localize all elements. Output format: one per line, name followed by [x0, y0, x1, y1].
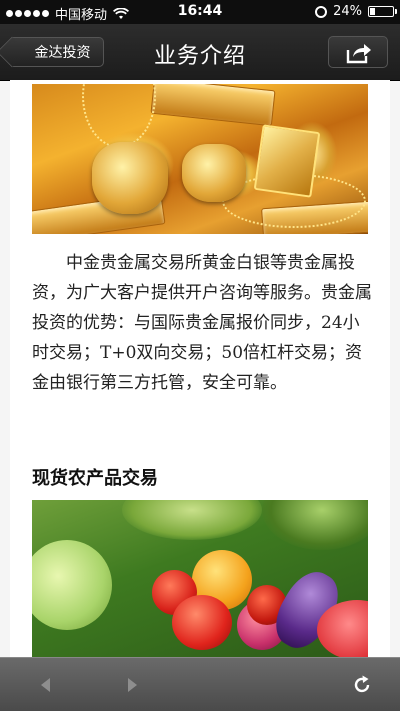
section-title: 现货农产品交易	[32, 468, 158, 489]
share-icon	[346, 44, 371, 64]
back-button-label: 金达投资	[34, 45, 91, 61]
gold-bar	[150, 84, 276, 127]
forward-nav-button[interactable]	[102, 658, 162, 711]
navigation-bar: 金达投资 业务介绍	[0, 24, 400, 81]
gold-pendant	[92, 142, 168, 214]
browser-toolbar	[0, 657, 400, 711]
forward-arrow-icon	[128, 677, 137, 692]
battery-level	[370, 8, 375, 15]
gold-chain	[82, 84, 156, 148]
status-bar: 中国移动 16:44 24%	[0, 0, 400, 24]
leafy-greens	[262, 500, 368, 550]
tomato	[172, 595, 232, 650]
battery-icon	[368, 6, 397, 17]
business-description: 中金贵金属交易所黄金白银等贵金属投资，为广大客户提供开户咨询等服务。贵金属投资的…	[32, 253, 372, 393]
orientation-lock-icon	[315, 5, 328, 18]
cabbage	[32, 540, 112, 630]
back-nav-button[interactable]	[16, 658, 76, 711]
content-area[interactable]: 中金贵金属交易所黄金白银等贵金属投资，为广大客户提供开户咨询等服务。贵金属投资的…	[10, 80, 390, 657]
back-arrow-icon	[41, 677, 50, 692]
vegetables-image	[32, 500, 368, 657]
status-right: 24%	[315, 4, 397, 19]
gold-jewelry-image	[32, 84, 368, 234]
refresh-button[interactable]	[332, 658, 392, 711]
leafy-greens	[122, 500, 262, 540]
refresh-icon	[354, 675, 370, 692]
share-button[interactable]	[328, 36, 388, 68]
battery-percentage: 24%	[333, 4, 362, 19]
gold-plaque	[253, 124, 321, 198]
gold-pendant	[182, 144, 246, 202]
